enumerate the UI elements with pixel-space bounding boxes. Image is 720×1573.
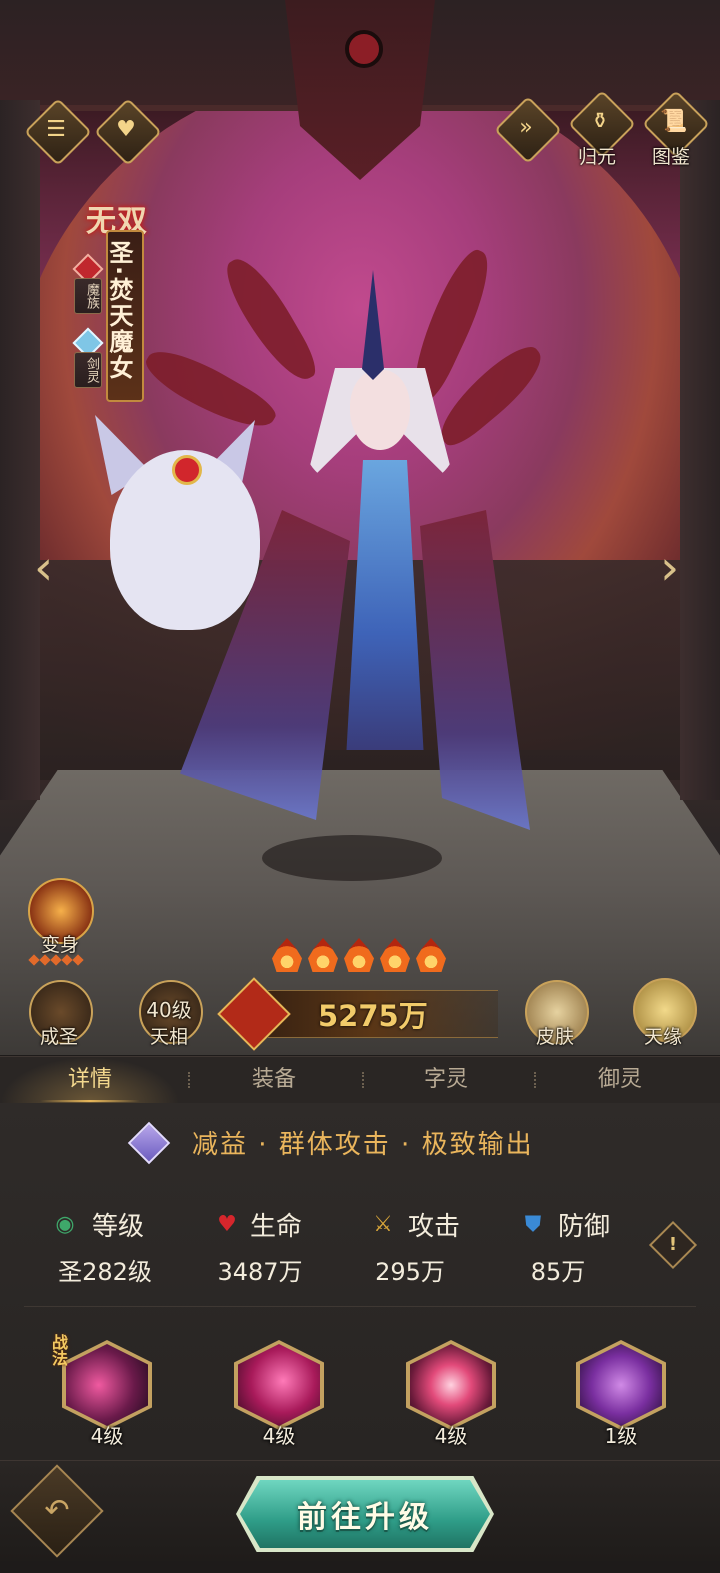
detail-tabs: 详情 装备 字灵 御灵 [0, 1056, 720, 1104]
celestial-level: 40级 [146, 998, 192, 1022]
codex-label: 图鉴 [652, 146, 691, 168]
transform-label: 变身 [40, 934, 79, 956]
hero-shadow [262, 835, 442, 881]
favorite-button[interactable]: ♥ [94, 98, 162, 166]
crossed-swords-icon: ⚔ [373, 1212, 393, 1237]
stat-value-attack: 295万 [375, 1258, 445, 1286]
stat-value-defense: 85万 [530, 1258, 586, 1286]
menu-icon: ☰ [46, 117, 66, 142]
next-hero-arrow[interactable]: › [660, 540, 679, 596]
right-pillar [680, 100, 720, 800]
celestial-button[interactable]: 40级 天相 [134, 980, 204, 1052]
hero-tagline: 减益 · 群体攻击 · 极致输出 [192, 1130, 534, 1160]
divider [24, 1306, 696, 1307]
power-value: 5275万 [318, 999, 428, 1033]
codex-button[interactable]: 📜 图鉴 [642, 90, 710, 168]
tab-word-spirit[interactable]: 字灵 [356, 1057, 536, 1103]
skill-level: 4级 [434, 1424, 468, 1448]
left-pillar [0, 100, 40, 800]
stat-label-attack: 攻击 [408, 1212, 461, 1242]
skip-button[interactable]: » [494, 96, 562, 164]
skill-level: 4级 [262, 1424, 296, 1448]
skin-label: 皮肤 [535, 1026, 574, 1048]
gate-emblem [345, 30, 383, 68]
stat-label-level: 等级 [92, 1212, 145, 1242]
info-icon: ! [668, 1234, 678, 1255]
back-arrow-icon: ↶ [44, 1493, 70, 1528]
fast-forward-icon: » [519, 115, 533, 140]
skin-button[interactable]: 皮肤 [522, 980, 589, 1052]
go-upgrade-label: 前往升级 [297, 1500, 433, 1535]
skill-slot-3[interactable] [406, 1340, 496, 1430]
transform-progress [28, 954, 84, 966]
fate-label: 天缘 [643, 1026, 682, 1048]
hero-name: 圣·焚天魔女 [105, 240, 133, 382]
hero-face [350, 370, 410, 450]
skill-level: 1级 [604, 1424, 638, 1448]
celestial-label: 天相 [149, 1026, 188, 1048]
heart-icon: ♥ [116, 117, 136, 142]
menu-button[interactable]: ☰ [24, 98, 92, 166]
race-tag: 魔族 [74, 278, 102, 314]
fox-gem [172, 455, 202, 485]
stat-value-level: 圣282级 [58, 1258, 152, 1286]
tab-spirit-control[interactable]: 御灵 [530, 1057, 710, 1103]
tab-details[interactable]: 详情 [0, 1057, 180, 1103]
skill-slot-4[interactable] [576, 1340, 666, 1430]
guiyuan-button[interactable]: ⚱ 归元 [568, 90, 636, 168]
skill-slot-2[interactable] [234, 1340, 324, 1430]
level-icon: ◉ [55, 1212, 75, 1237]
tab-equipment[interactable]: 装备 [184, 1057, 364, 1103]
shield-icon: ⛊ [524, 1212, 542, 1237]
skill-slot-1[interactable] [62, 1340, 152, 1430]
active-tab-indicator [40, 1100, 140, 1102]
stat-label-hp: 生命 [250, 1212, 303, 1242]
stat-value-hp: 3487万 [217, 1258, 303, 1286]
ascend-label: 成圣 [39, 1026, 78, 1048]
class-tag: 剑灵 [74, 352, 102, 388]
heart-icon: ♥ [217, 1212, 237, 1237]
fate-button[interactable]: 天缘 [626, 976, 700, 1052]
ascend-button[interactable]: 成圣 [26, 980, 93, 1052]
stat-label-defense: 防御 [558, 1212, 611, 1242]
skill-level: 4级 [90, 1424, 124, 1448]
prev-hero-arrow[interactable]: ‹ [34, 540, 53, 596]
guiyuan-label: 归元 [578, 146, 617, 168]
combat-skill-badge: 战法 [49, 1334, 68, 1366]
